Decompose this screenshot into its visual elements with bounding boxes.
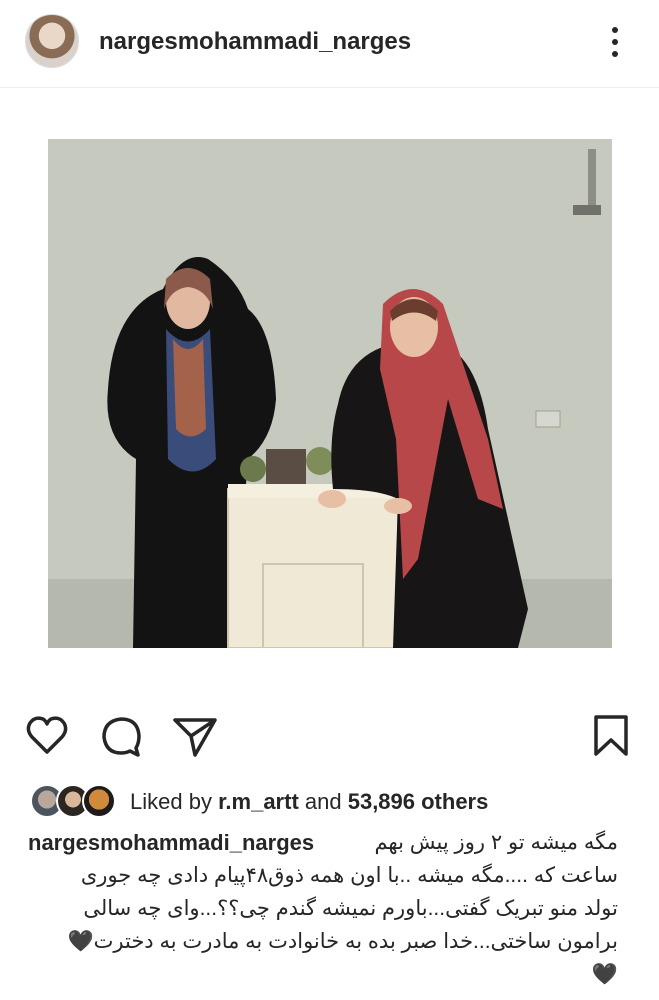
post-image[interactable]: [48, 139, 612, 648]
bookmark-icon[interactable]: [586, 710, 636, 760]
likes-count[interactable]: 53,896 others: [348, 789, 489, 814]
post-photo-illustration: [48, 139, 612, 648]
post-caption: nargesmohammadi_narges مگه میشه تو ۲ روز…: [28, 826, 618, 991]
liked-by-text: Liked by r.m_artt and 53,896 others: [130, 789, 488, 815]
liked-by-user[interactable]: r.m_artt: [218, 789, 299, 814]
caption-text: مگه میشه تو ۲ روز پیش بهم: [374, 831, 618, 854]
liked-by-and: and: [298, 789, 348, 814]
caption-line: nargesmohammadi_narges مگه میشه تو ۲ روز…: [28, 826, 618, 859]
caption-username[interactable]: nargesmohammadi_narges: [28, 826, 314, 859]
post-actions: [0, 710, 659, 770]
send-icon[interactable]: [170, 710, 220, 760]
comment-icon[interactable]: [96, 710, 146, 760]
caption-text: 🖤: [591, 963, 618, 986]
more-options-icon[interactable]: [600, 22, 630, 62]
likes-row[interactable]: Liked by r.m_artt and 53,896 others: [30, 782, 650, 822]
caption-text: برامون ساختی...خدا صبر بده به خانوادت به…: [67, 930, 618, 953]
post-username[interactable]: nargesmohammadi_narges: [99, 28, 411, 56]
caption-text: تولد منو تبریک گفتی...باورم نمیشه گندم چ…: [83, 897, 618, 920]
heart-icon[interactable]: [22, 710, 72, 760]
avatar[interactable]: [25, 14, 79, 68]
liker-avatar: [82, 784, 116, 818]
liked-by-prefix: Liked by: [130, 789, 219, 814]
post-header: nargesmohammadi_narges: [0, 0, 659, 88]
caption-text: ساعت که ....مگه میشه ..با اون همه ذوق۴۸پ…: [80, 864, 618, 887]
